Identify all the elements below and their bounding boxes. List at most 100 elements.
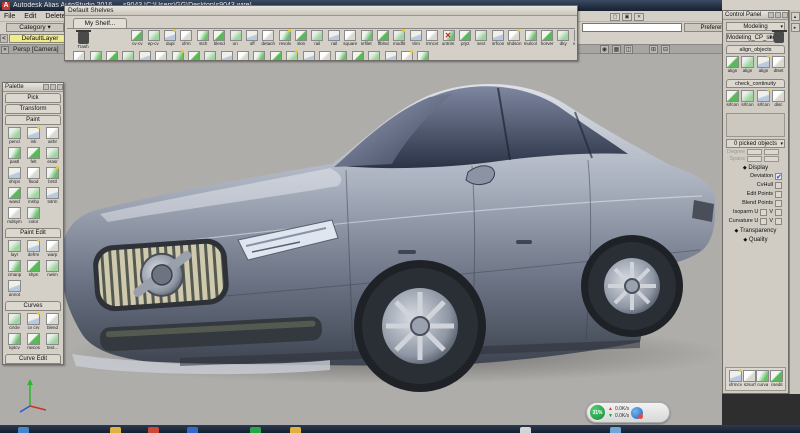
child-minimize-icon[interactable]: ▢	[610, 13, 620, 21]
curvature-u-v-checkbox[interactable]	[775, 218, 782, 225]
shelf-tool[interactable]	[169, 50, 185, 60]
shelf-tool[interactable]	[235, 50, 251, 60]
shelf-tool[interactable]	[366, 50, 382, 60]
shelf-tool-prjct[interactable]: prjct	[457, 29, 473, 47]
shelf-tool-skin[interactable]: skin	[293, 29, 309, 47]
shelf-tool-rail[interactable]: rail	[326, 29, 342, 47]
palette-tool-airbr[interactable]: airbr	[43, 126, 62, 145]
category-dropdown[interactable]: Category ▾	[6, 23, 64, 32]
cp-bottom-tool-xfrmcv[interactable]: xfrmcv	[728, 369, 743, 388]
cp-bottom-tool-szsurf[interactable]: szsurf	[743, 369, 756, 388]
shelf-tool[interactable]	[350, 50, 366, 60]
shelf-tool-trmcvt[interactable]: trmcvt	[424, 29, 440, 47]
child-close-icon[interactable]: ✕	[634, 13, 644, 21]
shelf-tool-stch[interactable]: stch	[195, 29, 211, 47]
shelf-tool-un[interactable]: un	[227, 29, 243, 47]
edit-points-checkbox[interactable]	[775, 191, 782, 198]
cp-shelf-dropdown[interactable]: Modeling_CP_shelf▾	[726, 33, 774, 42]
palette-menu-icon[interactable]	[50, 84, 56, 90]
shelf-tool-cv-cv[interactable]: cv-cv	[129, 29, 145, 47]
shelf-tool-detach[interactable]: detach	[260, 29, 276, 47]
shelf-tool-srfilet[interactable]: srfilet	[358, 29, 374, 47]
palette-tool-nwcos[interactable]: nwcos	[24, 332, 43, 351]
shelf-tool-dky[interactable]: dky	[555, 29, 571, 47]
cp-tool-dtset[interactable]: dtset	[771, 55, 786, 74]
shelf-tool-sect[interactable]: sect	[473, 29, 489, 47]
cp-tool-align[interactable]: align	[740, 55, 755, 74]
palette-tool-color[interactable]: color	[24, 206, 43, 225]
palette-tool-warp[interactable]: warp	[43, 239, 62, 258]
shelf-tool[interactable]	[186, 50, 202, 60]
degree-u-field[interactable]	[747, 149, 762, 155]
cp-bottom-tool-csedit[interactable]: csedit	[770, 369, 783, 388]
shelf-tool[interactable]	[87, 50, 103, 60]
cp-tab-check_continuity[interactable]: check_continuity	[726, 79, 785, 88]
palette-tool-mshp[interactable]: mshp	[24, 186, 43, 205]
palette-collapse-icon[interactable]	[43, 84, 49, 90]
palette-tool-kptcv[interactable]: kptcv	[5, 332, 24, 351]
shelf-tool-xfrm[interactable]: xfrm	[178, 29, 194, 47]
snap-curve-icon[interactable]: ◫	[624, 45, 633, 54]
shelf-tool-dupl[interactable]: dupl	[162, 29, 178, 47]
scroll-expand-icon[interactable]: ▸	[791, 23, 800, 32]
palette-tool-nwim[interactable]: nwim	[43, 259, 62, 278]
shelf-tool[interactable]	[104, 50, 120, 60]
shelf-tool-square[interactable]: square	[342, 29, 358, 47]
shelf-tool[interactable]	[382, 50, 398, 60]
taskbar-app-icon[interactable]	[290, 427, 301, 433]
taskbar-app-icon[interactable]	[250, 427, 261, 433]
default-layer-chip[interactable]: DefaultLayer	[9, 34, 71, 43]
shelf-tool-off[interactable]: off	[244, 29, 260, 47]
palette-tool-flood[interactable]: flood	[24, 166, 43, 185]
palette-tool-annot[interactable]: annot	[5, 279, 24, 298]
palette-tool-wand[interactable]: wand	[5, 186, 24, 205]
shelf-tool[interactable]	[219, 50, 235, 60]
shelf-tool-blend[interactable]: blend	[211, 29, 227, 47]
palette-tool-shrpn[interactable]: shrpn	[5, 166, 24, 185]
isoparm-u-checkbox[interactable]	[760, 209, 767, 216]
palette-tool-erasr[interactable]: erasr	[43, 146, 62, 165]
palette-tab-transform[interactable]: Transform	[5, 104, 61, 114]
layout-single-icon[interactable]: ⊞	[649, 45, 658, 54]
shelf-tool-wastex[interactable]: wastex	[572, 29, 575, 47]
shelf-tool-rail[interactable]: rail	[309, 29, 325, 47]
shelf-tool-srfcon[interactable]: srfcon	[490, 29, 506, 47]
cp-bottom-tool-curva[interactable]: curva	[756, 369, 769, 388]
palette-tool-pastl[interactable]: pastl	[5, 146, 24, 165]
curvature-u-checkbox[interactable]	[760, 218, 767, 225]
layer-scroll-left-button[interactable]: <	[0, 34, 8, 43]
cp-tool-disc[interactable]: disc	[771, 89, 786, 108]
shelf-tool-untrim[interactable]: untrim	[440, 29, 456, 47]
taskbar-app-icon[interactable]	[610, 427, 621, 433]
shelf-tool[interactable]	[284, 50, 300, 60]
palette-tab-pick[interactable]: Pick	[5, 93, 61, 103]
cvhull-checkbox[interactable]	[775, 182, 782, 189]
shelf-tool[interactable]	[300, 50, 316, 60]
palette-tool-circle[interactable]: circle	[5, 312, 24, 331]
palette-tool-brstl[interactable]: brstl	[43, 166, 62, 185]
menu-file[interactable]: File	[4, 13, 15, 20]
shelf-trash-tool[interactable]: Trash	[73, 32, 93, 50]
palette-tool-shpn[interactable]: shpn	[24, 259, 43, 278]
palette-tool-layr[interactable]: layr	[5, 239, 24, 258]
palette-window[interactable]: Palette PickTransformPaintpenclinkairbrp…	[2, 82, 64, 365]
palette-tool-text[interactable]: text...	[43, 332, 62, 351]
shelf-tool[interactable]	[137, 50, 153, 60]
cp-tool-srfcon[interactable]: srfcon	[740, 89, 755, 108]
isoparm-u-v-checkbox[interactable]	[775, 209, 782, 216]
viewport-title[interactable]: Persp [Camera]	[13, 46, 59, 53]
cp-menu-icon[interactable]	[775, 12, 781, 18]
cp-collapse-icon[interactable]	[768, 12, 774, 18]
palette-tab-paint[interactable]: Paint	[5, 115, 61, 125]
palette-tool-pencl[interactable]: pencl	[5, 126, 24, 145]
perspective-viewport[interactable]	[0, 54, 722, 425]
menu-edit[interactable]: Edit	[24, 13, 36, 20]
shelf-tool[interactable]	[399, 50, 415, 60]
taskbar-app-icon[interactable]	[148, 427, 159, 433]
palette-tab-curves[interactable]: Curves	[5, 301, 61, 311]
spans-v-field[interactable]	[764, 156, 779, 162]
picked-objects-dropdown[interactable]: 0 picked objects▾	[726, 139, 785, 148]
shelf-tool-modfit[interactable]: modfit	[391, 29, 407, 47]
palette-tool-ink[interactable]: ink	[24, 126, 43, 145]
snap-grid-icon[interactable]: ▦	[612, 45, 621, 54]
